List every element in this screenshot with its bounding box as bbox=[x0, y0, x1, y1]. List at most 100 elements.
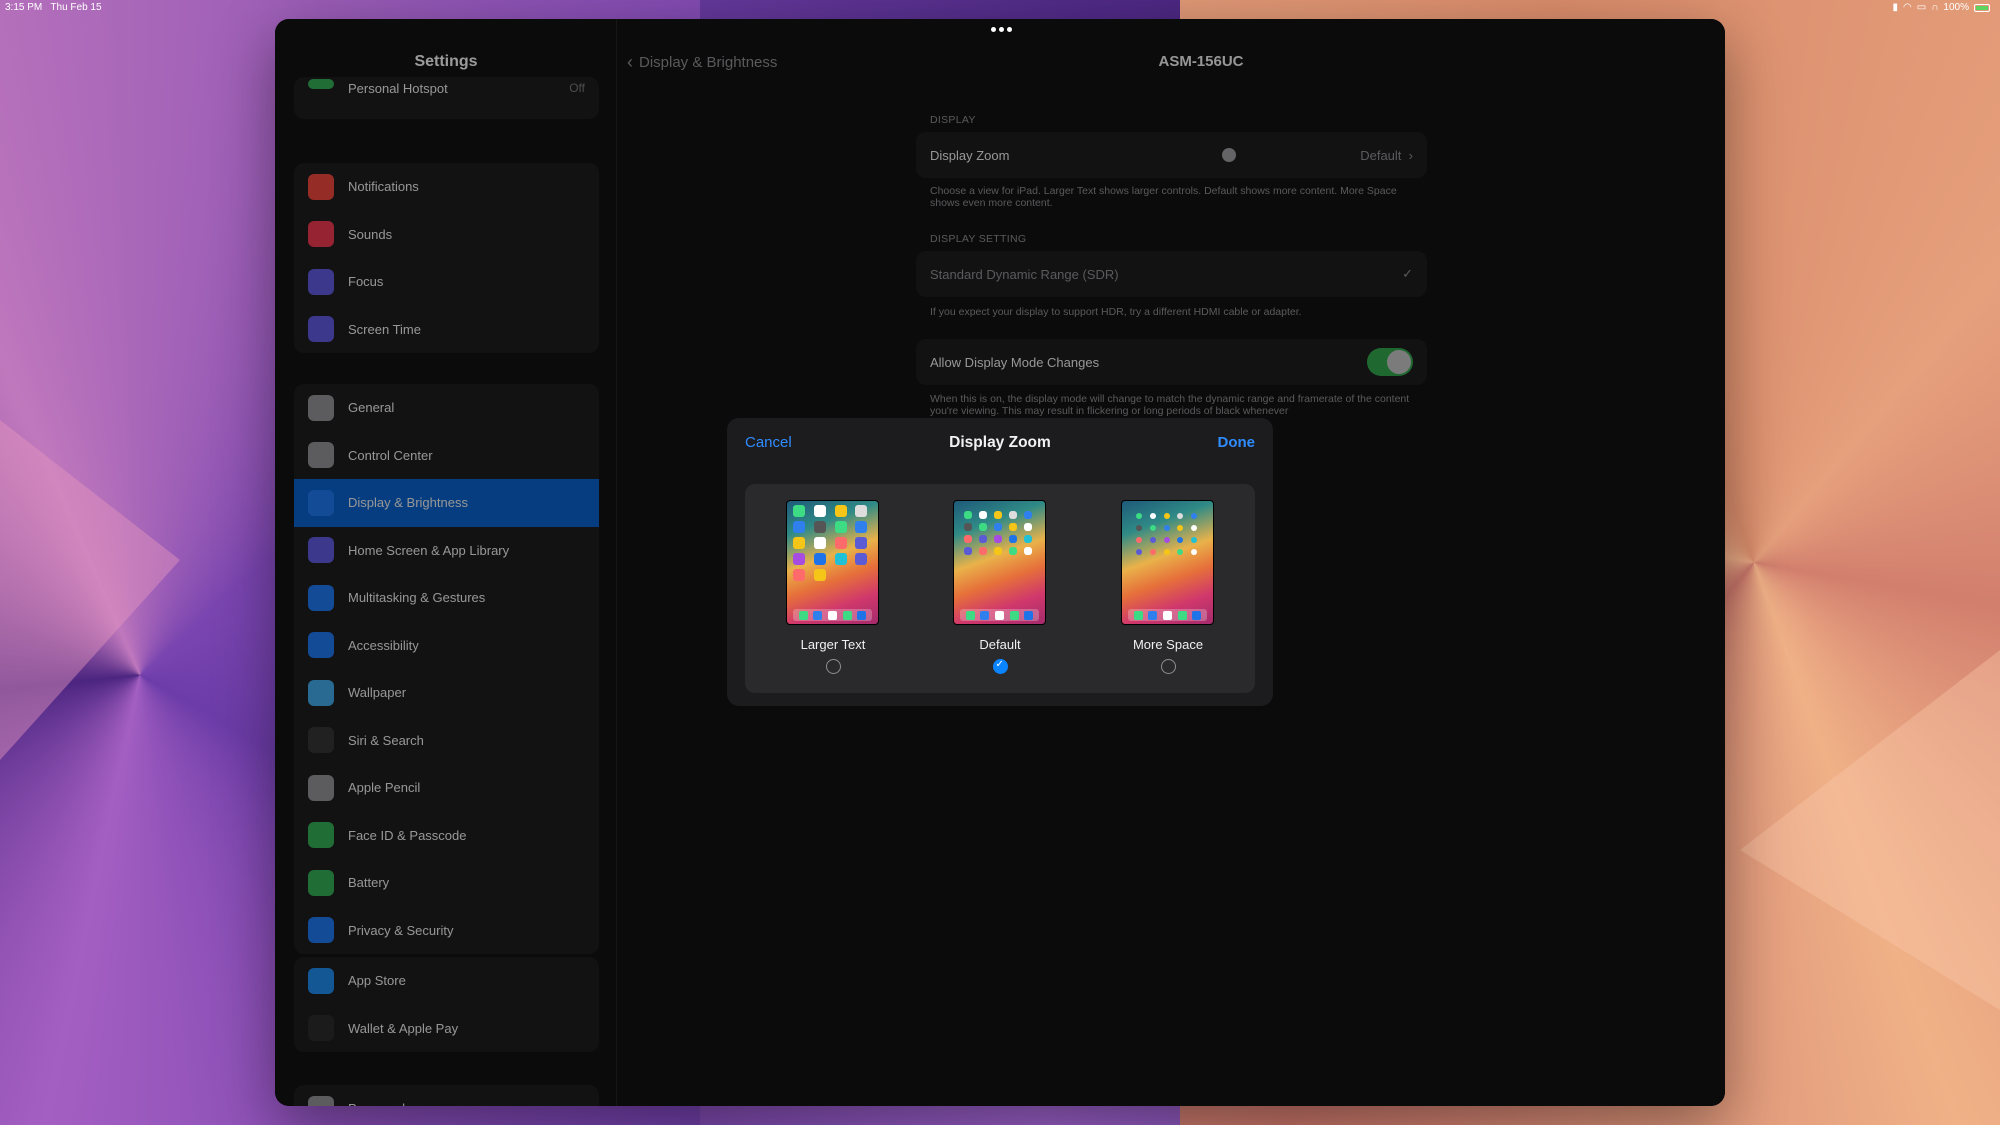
app-icon-preview bbox=[994, 511, 1002, 519]
dock-icon-preview bbox=[813, 610, 823, 620]
larger-text-preview bbox=[786, 500, 879, 625]
app-icon-preview bbox=[1149, 525, 1156, 531]
app-icon-preview bbox=[813, 553, 826, 565]
app-icon-preview bbox=[834, 553, 847, 565]
option-label: Default bbox=[979, 637, 1021, 652]
option-radio[interactable] bbox=[1160, 659, 1176, 674]
option-radio[interactable] bbox=[825, 659, 841, 674]
app-icon-preview bbox=[1024, 547, 1032, 555]
app-icon-preview bbox=[1163, 513, 1170, 519]
default-preview bbox=[953, 500, 1046, 625]
app-icon-preview bbox=[834, 537, 847, 549]
dock-icon-preview bbox=[798, 610, 808, 620]
app-icon-preview bbox=[964, 523, 972, 531]
app-icon-preview bbox=[1136, 537, 1142, 543]
app-icon-preview bbox=[964, 547, 972, 555]
app-icon-preview bbox=[1191, 549, 1198, 555]
app-icon-preview bbox=[1149, 537, 1156, 543]
dock-icon-preview bbox=[842, 610, 852, 620]
app-icon-preview bbox=[1191, 525, 1198, 531]
app-icon-preview bbox=[1177, 525, 1184, 531]
app-icon-preview bbox=[1191, 513, 1198, 519]
app-icon-preview bbox=[1009, 547, 1017, 555]
dock-icon-preview bbox=[827, 610, 837, 620]
display-zoom-modal: Cancel Display Zoom Done Larger Text Def… bbox=[727, 418, 1273, 706]
dock-icon-preview bbox=[1177, 610, 1187, 620]
signal-icon: ▮ bbox=[1892, 2, 1899, 13]
app-icon-preview bbox=[979, 511, 987, 519]
option-more-space[interactable]: More Space bbox=[1121, 500, 1215, 674]
settings-window: Settings Personal Hotspot Off Notificati… bbox=[275, 19, 1725, 1106]
dock-icon-preview bbox=[1162, 610, 1172, 620]
app-icon-preview bbox=[994, 535, 1002, 543]
app-icon-preview bbox=[1177, 513, 1184, 519]
app-icon-preview bbox=[994, 547, 1002, 555]
app-icon-preview bbox=[813, 569, 826, 581]
dock-icon-preview bbox=[1133, 610, 1143, 620]
status-icons: ▮ ◠ ▭ ∩ 100% bbox=[1893, 2, 1990, 13]
app-icon-preview bbox=[1136, 525, 1142, 531]
wallpaper-shape bbox=[1740, 650, 2000, 1010]
app-icon-preview bbox=[1177, 537, 1184, 543]
app-icon-preview bbox=[813, 521, 826, 533]
app-icon-preview bbox=[1163, 525, 1170, 531]
app-icon-preview bbox=[1009, 511, 1017, 519]
status-time: 3:15 PM Thu Feb 15 bbox=[5, 2, 102, 13]
dock-icon-preview bbox=[857, 610, 867, 620]
app-icon-preview bbox=[964, 535, 972, 543]
app-icon-preview bbox=[1024, 535, 1032, 543]
app-icon-preview bbox=[994, 523, 1002, 531]
app-icon-preview bbox=[1136, 549, 1142, 555]
app-icon-preview bbox=[979, 535, 987, 543]
modal-title: Display Zoom bbox=[949, 434, 1051, 451]
app-icon-preview bbox=[855, 553, 868, 565]
done-button[interactable]: Done bbox=[1218, 434, 1256, 451]
dock-icon-preview bbox=[1024, 610, 1034, 620]
dock-icon-preview bbox=[1192, 610, 1202, 620]
screen-mirror-icon: ▭ bbox=[1916, 2, 1927, 13]
app-icon-preview bbox=[1149, 513, 1156, 519]
app-icon-preview bbox=[793, 505, 805, 517]
app-icon-preview bbox=[855, 505, 868, 517]
app-icon-preview bbox=[793, 521, 805, 533]
app-icon-preview bbox=[1163, 549, 1170, 555]
app-icon-preview bbox=[979, 523, 987, 531]
wallpaper-shape bbox=[0, 420, 180, 760]
zoom-options: Larger Text Default More Space bbox=[745, 484, 1255, 693]
app-icon-preview bbox=[1149, 549, 1156, 555]
more-space-preview bbox=[1121, 500, 1214, 625]
app-icon-preview bbox=[964, 511, 972, 519]
option-label: More Space bbox=[1132, 637, 1204, 652]
app-icon-preview bbox=[855, 521, 868, 533]
dock-icon-preview bbox=[1009, 610, 1019, 620]
battery-icon bbox=[1974, 3, 1990, 12]
option-radio[interactable] bbox=[992, 659, 1008, 674]
dock-icon-preview bbox=[980, 610, 990, 620]
app-icon-preview bbox=[1024, 511, 1032, 519]
app-icon-preview bbox=[855, 537, 868, 549]
app-icon-preview bbox=[793, 537, 805, 549]
option-larger-text[interactable]: Larger Text bbox=[786, 500, 880, 674]
headphones-icon: ∩ bbox=[1931, 2, 1939, 13]
app-icon-preview bbox=[1177, 549, 1184, 555]
status-bar: 3:15 PM Thu Feb 15 ▮ ◠ ▭ ∩ 100% bbox=[0, 0, 2000, 16]
app-icon-preview bbox=[1163, 537, 1170, 543]
app-icon-preview bbox=[813, 505, 826, 517]
app-icon-preview bbox=[1009, 535, 1017, 543]
app-icon-preview bbox=[793, 569, 805, 581]
app-icon-preview bbox=[1191, 537, 1198, 543]
dock-icon-preview bbox=[965, 610, 975, 620]
battery-percent: 100% bbox=[1943, 2, 1969, 13]
app-icon-preview bbox=[834, 505, 847, 517]
app-icon-preview bbox=[1024, 523, 1032, 531]
dock-icon-preview bbox=[994, 610, 1004, 620]
app-icon-preview bbox=[813, 537, 826, 549]
app-icon-preview bbox=[979, 547, 987, 555]
option-default[interactable]: Default bbox=[953, 500, 1047, 674]
dock-icon-preview bbox=[1148, 610, 1158, 620]
app-icon-preview bbox=[834, 521, 847, 533]
wifi-icon: ◠ bbox=[1903, 2, 1912, 13]
window-grabber[interactable] bbox=[990, 24, 1012, 34]
app-icon-preview bbox=[793, 553, 805, 565]
app-icon-preview bbox=[1136, 513, 1142, 519]
